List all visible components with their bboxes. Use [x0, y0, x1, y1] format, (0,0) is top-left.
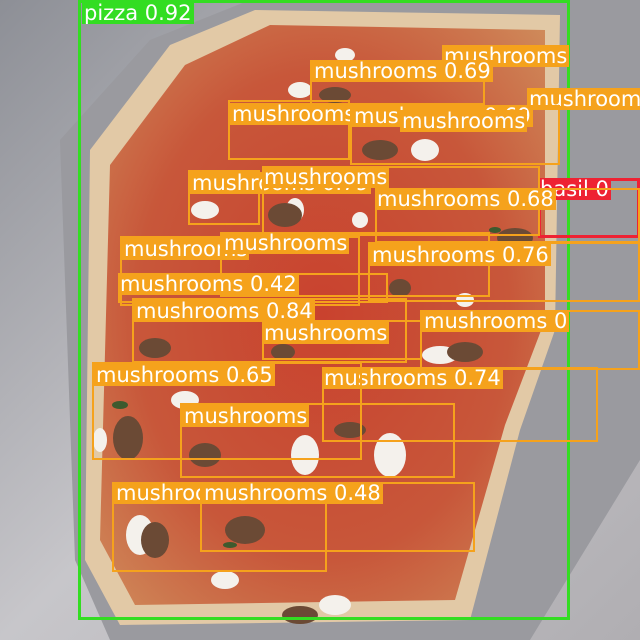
detection-scene: pizza 0.92 mushrooms mushrooms 0.69 mushroo… — [0, 0, 640, 640]
mushrooms-detection-label: mushrooms 0.65 — [94, 364, 275, 386]
mushrooms-detection-label: mushrooms 0.42 — [118, 273, 299, 295]
pizza-detection-label: pizza 0.92 — [82, 2, 194, 24]
mushrooms-detection-label: mushrooms 0.68 — [375, 188, 556, 210]
mushrooms-detection-label: mushrooms 0.76 — [370, 244, 551, 266]
mushrooms-detection-label: mushrooms 0.84 — [134, 300, 315, 322]
mushrooms-detection-label: mushrooms — [182, 405, 310, 427]
mushrooms-detection-label: mushrooms — [230, 103, 358, 125]
mushrooms-detection-label: mushrooms — [262, 166, 390, 188]
mushrooms-detection-label: mushrooms 0.48 — [202, 482, 383, 504]
mushrooms-detection-label: mushrooms 0.69 — [312, 60, 493, 82]
mushrooms-detection-label: mushrooms — [262, 322, 390, 344]
mushrooms-detection-label: mushrooms — [222, 232, 350, 254]
mushrooms-detection-label: mushrooms 0 — [422, 310, 570, 332]
mushrooms-detection-label: mushrooms — [400, 110, 528, 132]
